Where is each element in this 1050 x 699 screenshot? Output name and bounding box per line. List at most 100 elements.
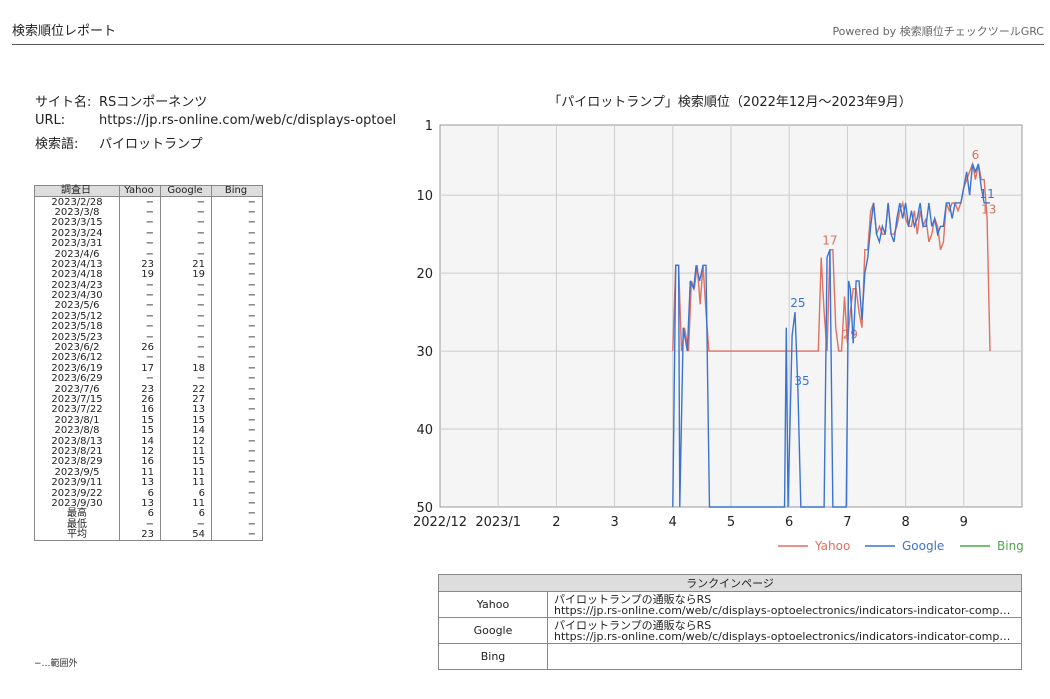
table-cell: − (119, 311, 161, 323)
table-cell: 2023/5/18 (34, 322, 120, 333)
y-tick-label: 10 (416, 189, 433, 204)
table-cell: 6 (119, 509, 161, 520)
keyword-row: 検索語: パイロットランプ (35, 133, 203, 152)
keyword: パイロットランプ (99, 137, 203, 152)
legend-label: Google (902, 539, 944, 553)
table-cell: − (119, 207, 161, 219)
ranking-chart: 2022/12 2023/1 2 3 4 5 6 7 8 9 1 10 20 30 40 50 17 29 6 13 2… (413, 119, 1024, 553)
table-cell: − (119, 322, 161, 333)
table-cell: − (119, 374, 161, 385)
table-header: 調査日 (34, 184, 120, 198)
table-cell: − (160, 374, 212, 385)
data-label: 29 (843, 327, 858, 341)
y-tick-label: 50 (416, 501, 433, 516)
site-name-label: サイト名: (35, 95, 92, 110)
x-tick-label: 3 (610, 515, 618, 530)
rank-page-url[interactable]: https://jp.rs-online.com/web/c/displays-… (554, 605, 1014, 616)
rank-page-title[interactable]: パイロットランプの通販ならRS (554, 620, 1014, 631)
table-cell: − (160, 218, 212, 229)
site-name: RSコンポーネンツ (99, 95, 208, 110)
table-cell: 23 (119, 259, 161, 271)
rank-page (547, 643, 1022, 670)
footnote: −…範囲外 (34, 659, 78, 669)
table-cell: 6 (160, 509, 212, 520)
table-cell: 2023/9/11 (34, 477, 120, 489)
table-row: 2023/3/31− − − (34, 238, 263, 250)
table-cell: − (119, 280, 161, 291)
ranking-table: 調査日 Yahoo Google Bing 2023/2/28− − −2023/3/8−… (34, 184, 263, 542)
keyword-label: 検索語: (35, 137, 79, 152)
x-tick-label: 2022/12 (413, 515, 467, 530)
data-label: 17 (822, 234, 837, 248)
x-tick-label: 7 (843, 515, 851, 530)
report-header: 検索順位レポート Powered by 検索順位チェックツールGRC (12, 20, 1044, 45)
table-cell: − (119, 218, 161, 229)
table-cell: − (211, 530, 263, 542)
url-row: URL: https://jp.rs-online.com/web/c/displ… (35, 113, 395, 128)
table-cell: 26 (119, 394, 161, 406)
table-row: 2023/8/8 15 14− (34, 425, 263, 437)
table-cell: 13 (119, 498, 161, 510)
rank-page-title[interactable]: パイロットランプの通販ならRS (554, 594, 1014, 605)
site-name-row: サイト名: RSコンポーネンツ (35, 91, 207, 110)
table-cell: 23 (119, 530, 161, 542)
data-label: 13 (981, 203, 996, 217)
table-cell: − (211, 238, 263, 250)
table-cell: 6 (119, 488, 161, 499)
table-cell: 11 (119, 467, 161, 478)
table-cell: 14 (119, 436, 161, 447)
rank-page: パイロットランプの通販ならRS https://jp.rs-online.com/… (547, 591, 1022, 618)
rank-engine: Bing (438, 643, 548, 670)
table-row: 平均 23 54− (34, 530, 263, 542)
table-cell: 2023/3/15 (34, 218, 120, 229)
table-cell: 13 (119, 477, 161, 489)
site-url[interactable]: https://jp.rs-online.com/web/c/displays-… (99, 113, 395, 128)
rank-page-url[interactable]: https://jp.rs-online.com/web/c/displays-… (554, 631, 1014, 642)
table-cell: − (119, 249, 161, 260)
table-row: 2023/8/29 16 15− (34, 457, 263, 468)
table-cell: − (119, 301, 161, 312)
x-tick-label: 5 (727, 515, 735, 530)
rank-engine: Google (438, 617, 548, 644)
table-cell: − (119, 238, 161, 250)
data-label: 25 (790, 296, 805, 310)
data-label: 6 (972, 148, 980, 162)
x-tick-label: 9 (960, 515, 968, 530)
legend-label: Yahoo (814, 539, 850, 553)
table-cell: − (211, 322, 263, 333)
legend-label: Bing (997, 539, 1024, 553)
table-row: 2023/9/11 13 11− (34, 477, 263, 489)
x-tick-label: 6 (785, 515, 793, 530)
table-cell: − (119, 332, 161, 343)
table-cell: 14 (160, 425, 212, 437)
table-cell: 2023/3/31 (34, 238, 120, 250)
table-cell: 15 (160, 457, 212, 468)
rank-table-title: ランクインページ (438, 574, 1022, 592)
rank-row: Google パイロットランプの通販ならRS https://jp.rs-onlin… (438, 617, 1022, 644)
table-cell: 15 (119, 415, 161, 426)
table-cell: 16 (119, 457, 161, 468)
x-tick-label: 2023/1 (475, 515, 521, 530)
table-cell: 11 (160, 477, 212, 489)
x-tick-label: 4 (669, 515, 677, 530)
table-cell: 17 (119, 363, 161, 375)
y-tick-label: 30 (416, 345, 433, 360)
table-cell: − (160, 322, 212, 333)
report-title: 検索順位レポート (12, 24, 117, 39)
rank-engine: Yahoo (438, 591, 548, 618)
table-row: 2023/3/15− − − (34, 218, 263, 229)
rank-row: Bing (438, 643, 1022, 670)
table-cell: − (119, 353, 161, 364)
table-row: 2023/6/29− − − (34, 374, 263, 385)
table-cell: − (119, 228, 161, 239)
table-cell: 2023/8/8 (34, 425, 120, 437)
table-cell: − (211, 477, 263, 489)
table-cell: 2023/8/29 (34, 457, 120, 468)
table-cell: 54 (160, 530, 212, 542)
table-cell: − (211, 425, 263, 437)
table-cell: 12 (119, 446, 161, 458)
powered-by: Powered by 検索順位チェックツールGRC (832, 25, 1044, 38)
table-row: 2023/4/18 19 19− (34, 270, 263, 281)
chart-title: 「パイロットランプ」検索順位（2022年12月〜2023年9月） (548, 95, 912, 110)
x-tick-label: 8 (901, 515, 909, 530)
